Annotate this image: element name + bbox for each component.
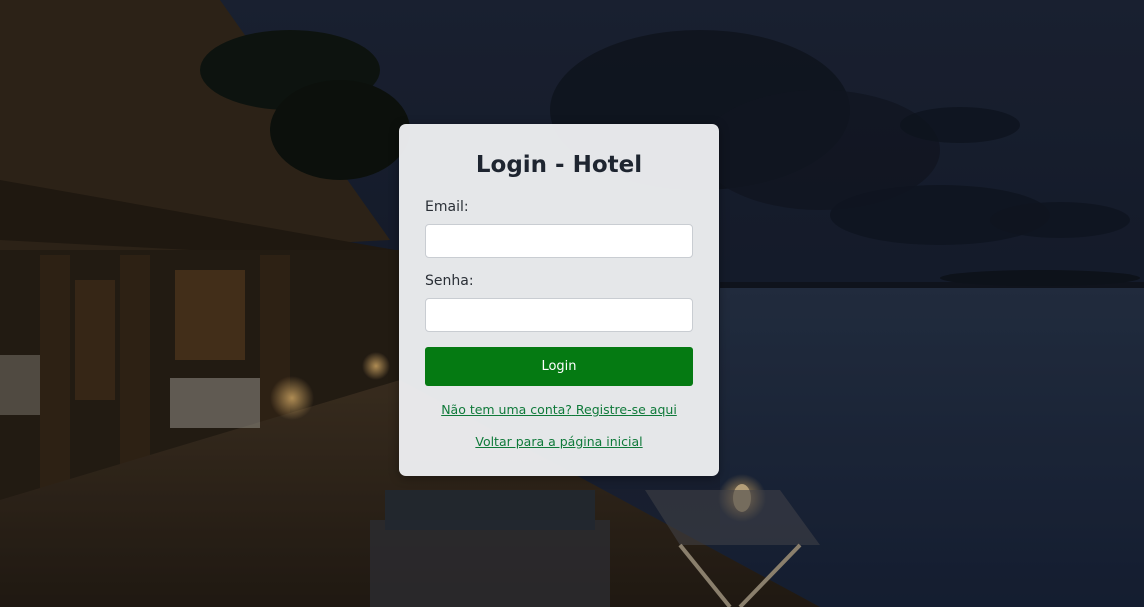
register-prefix: Não tem uma conta? bbox=[441, 402, 572, 417]
email-field[interactable] bbox=[425, 224, 693, 258]
register-link[interactable]: Não tem uma conta? Registre-se aqui bbox=[441, 402, 677, 417]
back-home-link[interactable]: Voltar para a página inicial bbox=[475, 434, 642, 449]
password-field[interactable] bbox=[425, 298, 693, 332]
page-title: Login - Hotel bbox=[475, 152, 643, 178]
login-card: Login - Hotel Email: Senha: Login Não te… bbox=[399, 124, 719, 476]
password-label: Senha: bbox=[425, 273, 474, 289]
links-section: Não tem uma conta? Registre-se aqui Volt… bbox=[425, 402, 693, 450]
register-text: Registre-se aqui bbox=[575, 402, 677, 417]
login-button[interactable]: Login bbox=[425, 347, 693, 386]
email-label: Email: bbox=[425, 199, 469, 215]
